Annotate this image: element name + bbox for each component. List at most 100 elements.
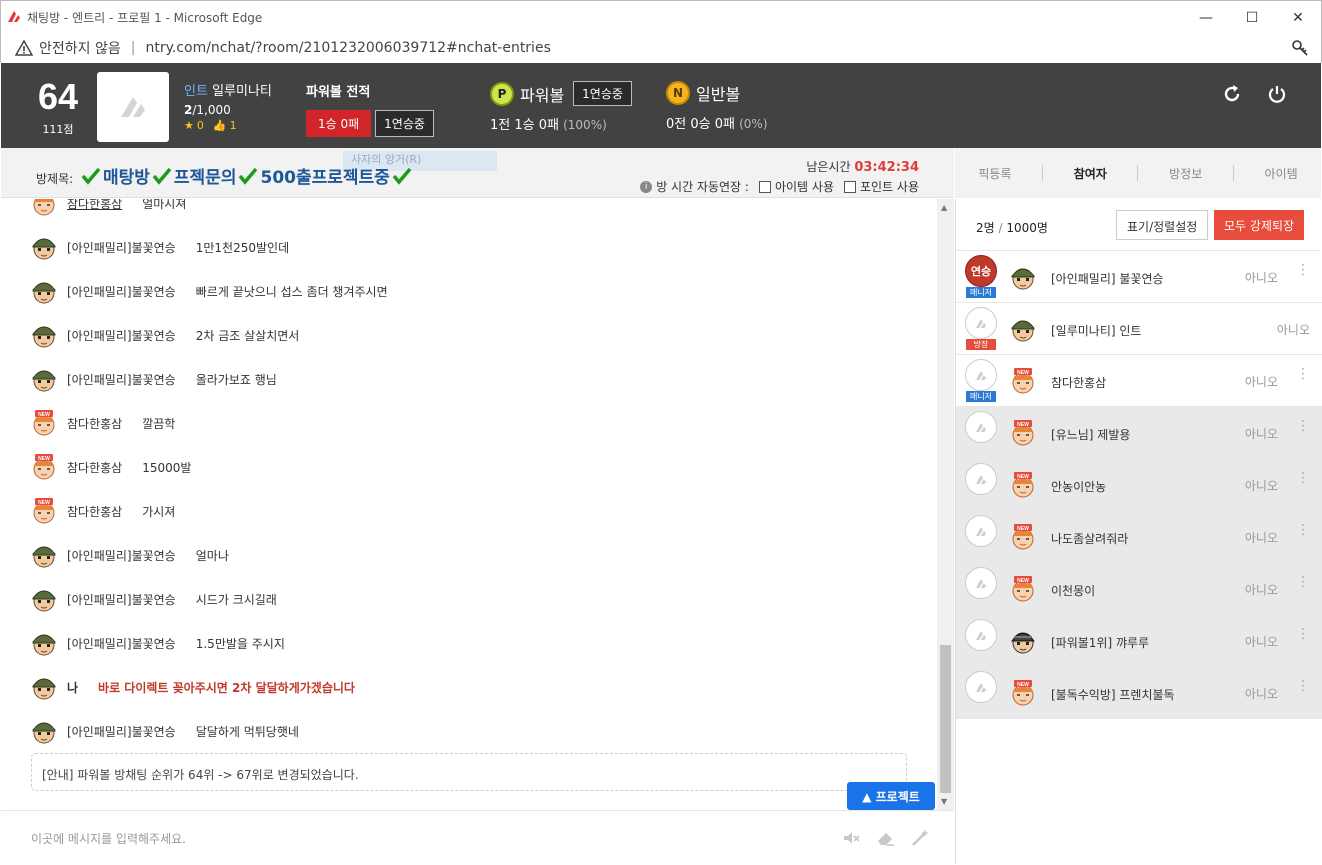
- eraser-icon[interactable]: [876, 828, 896, 848]
- chat-sender[interactable]: [아인패밀리]불꽃연승: [67, 591, 176, 608]
- chat-sender[interactable]: [아인패밀리]불꽃연승: [67, 635, 176, 652]
- participant-name[interactable]: [아인패밀리] 불꽃연승: [1051, 270, 1164, 287]
- participant-name[interactable]: [파워볼1위] 꺄루루: [1051, 634, 1149, 651]
- chat-sender[interactable]: 참다한홍삼: [67, 503, 122, 520]
- participant-name[interactable]: 이천몽이: [1051, 582, 1095, 599]
- chat-sender[interactable]: [아인패밀리]불꽃연승: [67, 723, 176, 740]
- participant-row[interactable]: NEW 나도좀살려줘라 아니오 ⋮: [956, 511, 1322, 563]
- soldier-avatar-icon[interactable]: [31, 674, 57, 700]
- participant-status: 아니오: [1244, 635, 1278, 649]
- display-settings-button[interactable]: 표기/정렬설정: [1116, 210, 1209, 240]
- participant-row[interactable]: NEW 이천몽이 아니오 ⋮: [956, 563, 1322, 615]
- profile-avatar[interactable]: [97, 72, 169, 142]
- chat-sender[interactable]: 참다한홍삼: [67, 415, 122, 432]
- participant-row[interactable]: NEW 안농이안농 아니오 ⋮: [956, 459, 1322, 511]
- participant-avatar-icon: [1010, 628, 1036, 654]
- svg-text:NEW: NEW: [1017, 682, 1029, 688]
- participant-row[interactable]: 매니저 NEW 참다한홍삼 아니오 ⋮: [956, 355, 1322, 407]
- more-menu-icon[interactable]: ⋮: [1296, 471, 1310, 485]
- soldier-avatar-icon[interactable]: [31, 542, 57, 568]
- chat-log[interactable]: [아인패밀리]불꽃연승 달달하게 먹튀당햇네 나 바로 다이렉트 꽂아주시면 2차 달…: [1, 199, 937, 810]
- soldier-avatar-icon[interactable]: [31, 718, 57, 744]
- project-button[interactable]: ▲ 프로젝트: [847, 782, 935, 810]
- member-max: /1,000: [192, 103, 231, 117]
- chat-sender[interactable]: [아인패밀리]불꽃연승: [67, 547, 176, 564]
- user-tag: 인트: [184, 84, 208, 99]
- more-menu-icon[interactable]: ⋮: [1296, 367, 1310, 381]
- soldier-avatar-icon[interactable]: [31, 322, 57, 348]
- power-icon[interactable]: [1266, 83, 1288, 105]
- address-bar[interactable]: 안전하지 않음 | ntry.com/nchat/?room/210123200…: [0, 33, 1322, 63]
- participant-name[interactable]: 안농이안농: [1051, 478, 1106, 495]
- security-label[interactable]: 안전하지 않음: [39, 38, 121, 58]
- participant-row[interactable]: 연승 매니저 [아인패밀리] 불꽃연승 아니오 ⋮: [956, 251, 1322, 303]
- scroll-up-icon[interactable]: ▲: [941, 203, 947, 212]
- chat-sender[interactable]: 참다한홍삼: [67, 459, 122, 476]
- point-use-checkbox[interactable]: [843, 180, 856, 193]
- participants-toolbar: 2명 / 1000명 표기/정렬설정 모두 강제퇴장: [956, 199, 1321, 251]
- new-user-avatar-icon[interactable]: NEW: [31, 498, 57, 524]
- kick-all-button[interactable]: 모두 강제퇴장: [1214, 210, 1305, 240]
- participant-name[interactable]: 나도좀살려줘라: [1051, 530, 1128, 547]
- scroll-down-icon[interactable]: ▼: [941, 797, 947, 806]
- participant-row[interactable]: [파워볼1위] 꺄루루 아니오 ⋮: [956, 615, 1322, 667]
- chat-text: 2차 금조 살살치면서: [195, 328, 300, 343]
- participant-name[interactable]: [유느님] 제발용: [1051, 426, 1130, 443]
- tab-participants[interactable]: 참여자: [1074, 165, 1107, 182]
- participant-row[interactable]: NEW [유느님] 제발용 아니오 ⋮: [956, 407, 1322, 459]
- participant-count-max: 1000명: [1006, 221, 1048, 235]
- participant-status: 아니오: [1244, 479, 1278, 493]
- new-user-avatar-icon[interactable]: NEW: [31, 410, 57, 436]
- item-use-label[interactable]: 아이템 사용: [775, 178, 834, 195]
- participant-name[interactable]: [불독수익방] 프렌치불독: [1051, 686, 1175, 703]
- tab-room-info[interactable]: 방정보: [1169, 165, 1202, 182]
- item-use-checkbox[interactable]: [758, 180, 771, 193]
- message-input-bar[interactable]: 이곳에 메시지를 입력해주세요.: [1, 810, 954, 864]
- streak-badge-icon: 연승: [965, 255, 997, 287]
- tab-divider: [1232, 165, 1234, 181]
- more-menu-icon[interactable]: ⋮: [1296, 523, 1310, 537]
- minimize-button[interactable]: —: [1183, 1, 1229, 34]
- more-menu-icon[interactable]: ⋮: [1296, 627, 1310, 641]
- point-use-label[interactable]: 포인트 사용: [860, 178, 919, 195]
- soldier-avatar-icon[interactable]: [31, 234, 57, 260]
- new-user-avatar-icon[interactable]: NEW: [31, 454, 57, 480]
- participant-avatar-icon: NEW: [1010, 472, 1036, 498]
- mute-icon[interactable]: [841, 828, 861, 848]
- key-icon[interactable]: [1291, 39, 1309, 57]
- chat-sender[interactable]: 나: [67, 679, 78, 696]
- close-button[interactable]: ✕: [1275, 1, 1321, 34]
- new-user-avatar-icon[interactable]: NEW: [31, 199, 57, 216]
- chat-sender[interactable]: 참다한홍삼: [67, 199, 122, 212]
- tab-items[interactable]: 아이템: [1265, 165, 1298, 182]
- participant-name[interactable]: 참다한홍삼: [1051, 374, 1106, 391]
- chat-scrollbar[interactable]: ▲ ▼: [937, 199, 954, 810]
- tab-pick-register[interactable]: 픽등록: [978, 165, 1011, 182]
- check-icon: [152, 167, 172, 185]
- scrollbar-thumb[interactable]: [940, 645, 951, 793]
- message-input[interactable]: 이곳에 메시지를 입력해주세요.: [31, 830, 186, 847]
- participant-badge: [965, 411, 997, 453]
- maximize-button[interactable]: ☐: [1229, 1, 1275, 34]
- soldier-avatar-icon[interactable]: [31, 586, 57, 612]
- soldier-avatar-icon[interactable]: [31, 278, 57, 304]
- window-title: 채팅방 - 엔트리 - 프로필 1 - Microsoft Edge: [27, 10, 263, 25]
- more-menu-icon[interactable]: ⋮: [1296, 575, 1310, 589]
- url-text[interactable]: ntry.com/nchat/?room/2101232006039712#nc…: [145, 40, 550, 56]
- participant-row[interactable]: NEW [불독수익방] 프렌치불독 아니오 ⋮: [956, 667, 1322, 719]
- more-menu-icon[interactable]: ⋮: [1296, 419, 1310, 433]
- more-menu-icon[interactable]: ⋮: [1296, 679, 1310, 693]
- more-menu-icon[interactable]: ⋮: [1296, 263, 1310, 277]
- powerball-streak: 1연승중: [573, 81, 632, 106]
- chat-sender[interactable]: [아인패밀리]불꽃연승: [67, 283, 176, 300]
- soldier-avatar-icon[interactable]: [31, 630, 57, 656]
- chat-sender[interactable]: [아인패밀리]불꽃연승: [67, 239, 176, 256]
- participant-row[interactable]: 방장 [일루미나티] 인트 아니오: [956, 303, 1322, 355]
- chat-message: [아인패밀리]불꽃연승 빠르게 끝낫으니 섭스 좀더 챙겨주시면: [31, 278, 388, 304]
- chat-sender[interactable]: [아인패밀리]불꽃연승: [67, 327, 176, 344]
- participant-name[interactable]: [일루미나티] 인트: [1051, 322, 1141, 339]
- soldier-avatar-icon[interactable]: [31, 366, 57, 392]
- refresh-icon[interactable]: [1221, 83, 1243, 105]
- magic-wand-icon[interactable]: [910, 828, 930, 848]
- chat-sender[interactable]: [아인패밀리]불꽃연승: [67, 371, 176, 388]
